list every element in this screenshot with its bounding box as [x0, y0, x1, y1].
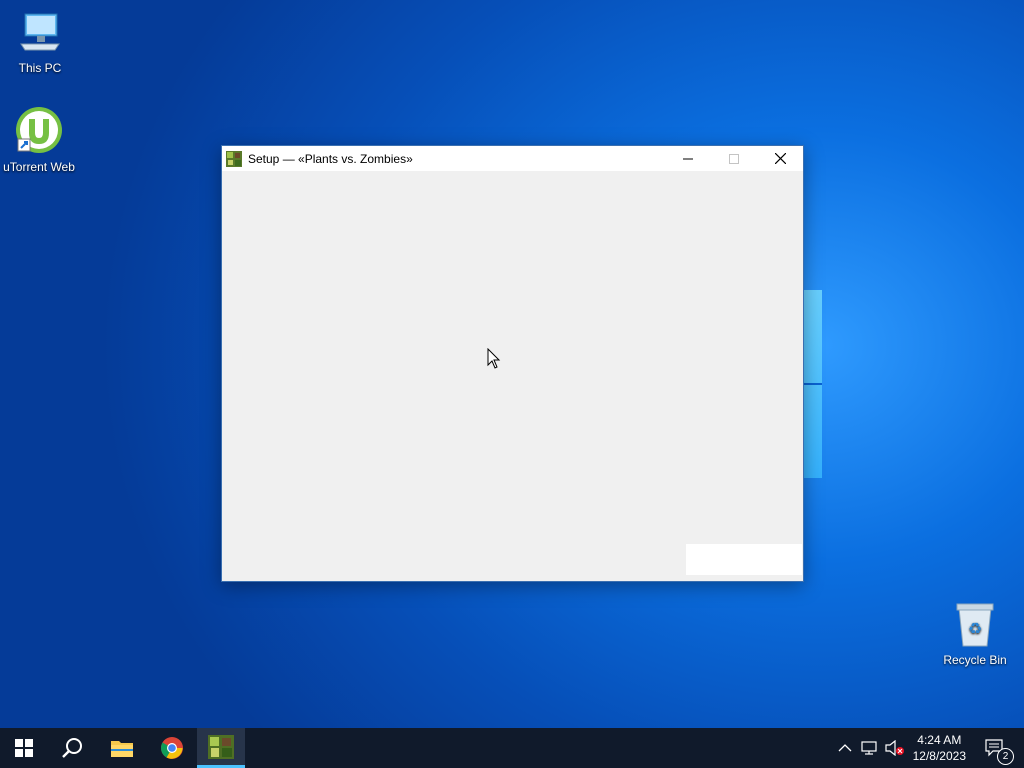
volume-muted-icon [885, 740, 904, 756]
close-button[interactable] [757, 146, 803, 171]
desktop-icon-recycle-bin[interactable]: ♻ Recycle Bin [935, 602, 1015, 667]
minimize-button[interactable] [665, 146, 711, 171]
notification-count-badge: 2 [997, 748, 1014, 765]
desktop-icon-label: Recycle Bin [943, 653, 1007, 667]
desktop-icon-label: This PC [18, 61, 62, 75]
taskbar: 4:24 AM 12/8/2023 2 [0, 728, 1024, 768]
search-icon [62, 738, 82, 758]
action-center-button[interactable]: 2 [978, 728, 1014, 768]
start-button[interactable] [0, 728, 48, 768]
maximize-button[interactable] [711, 146, 757, 171]
clock-date: 12/8/2023 [912, 749, 966, 763]
window-title: Setup — «Plants vs. Zombies» [248, 151, 413, 166]
chrome-icon [161, 737, 183, 759]
volume-button[interactable] [885, 728, 907, 768]
clock-time: 4:24 AM [917, 733, 962, 747]
window-titlebar[interactable]: Setup — «Plants vs. Zombies» [222, 146, 803, 171]
wallpaper-divider [804, 383, 822, 385]
recycle-bin-icon: ♻ [956, 603, 994, 647]
folder-icon [111, 741, 133, 757]
setup-taskbar-button[interactable] [197, 728, 245, 768]
chrome-button[interactable] [148, 728, 196, 768]
chevron-up-icon [838, 744, 852, 752]
window-content [222, 171, 803, 581]
network-icon [861, 741, 877, 755]
plants-vs-zombies-icon [208, 734, 234, 759]
windows-logo-icon [15, 739, 33, 757]
setup-window: Setup — «Plants vs. Zombies» [221, 145, 804, 582]
blank-panel [686, 544, 802, 575]
desktop-icon-this-pc[interactable]: This PC [0, 10, 80, 75]
network-button[interactable] [861, 728, 881, 768]
clock[interactable]: 4:24 AM 12/8/2023 [913, 732, 966, 764]
maximize-icon [729, 153, 739, 164]
utorrent-icon [16, 107, 62, 153]
computer-icon [20, 13, 60, 51]
search-button[interactable] [48, 728, 96, 768]
file-explorer-button[interactable] [98, 728, 146, 768]
close-icon [774, 153, 786, 164]
svg-text:♻: ♻ [968, 619, 982, 638]
show-hidden-icons-button[interactable] [838, 728, 858, 768]
plants-vs-zombies-icon [226, 150, 242, 167]
desktop-icon-utorrent[interactable]: uTorrent Web [0, 105, 79, 174]
minimize-icon [683, 158, 693, 159]
mouse-cursor-icon [487, 348, 501, 369]
desktop-icon-label: uTorrent Web [3, 160, 75, 174]
